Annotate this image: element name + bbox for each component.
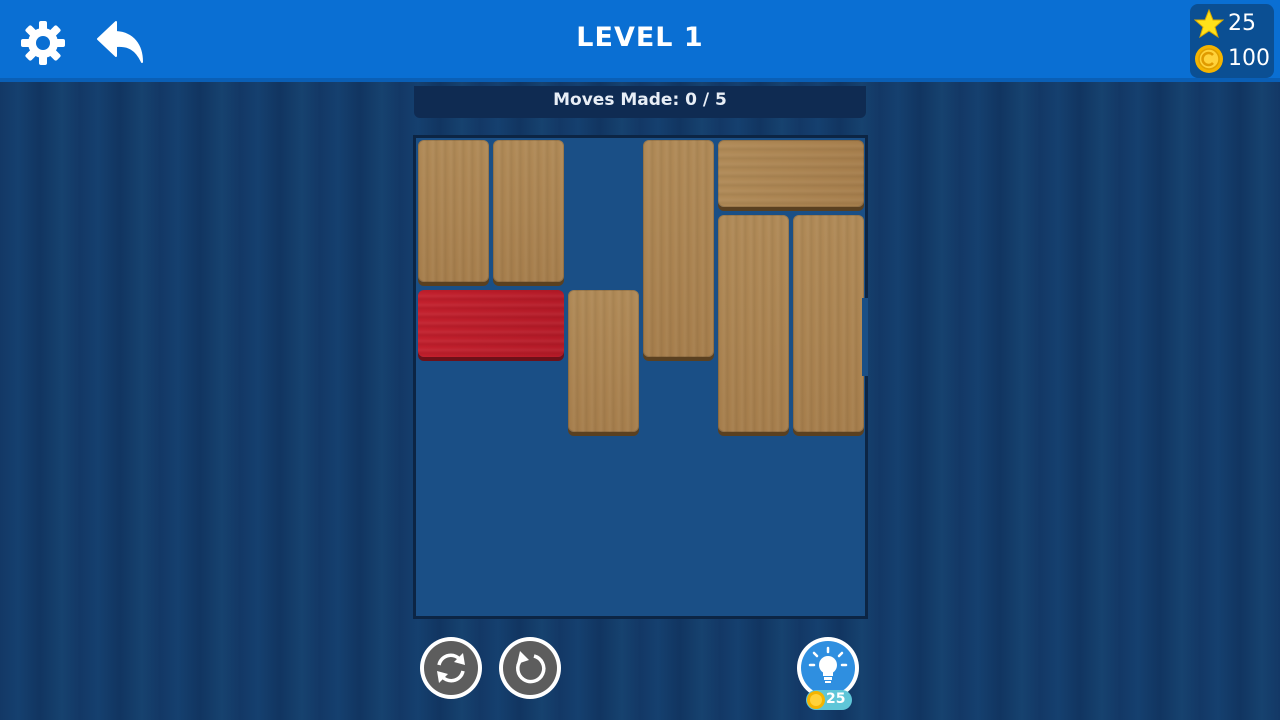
wood-block[interactable]	[643, 140, 714, 357]
wood-block[interactable]	[718, 140, 864, 207]
wood-block[interactable]	[493, 140, 564, 282]
stars-counter: 25	[1194, 9, 1274, 39]
target-block[interactable]	[418, 290, 564, 357]
board-exit	[862, 298, 868, 376]
lightbulb-icon	[808, 646, 848, 683]
stars-value: 25	[1228, 11, 1256, 36]
puzzle-board	[413, 135, 868, 619]
undo-icon	[516, 651, 546, 684]
wood-block[interactable]	[418, 140, 489, 282]
wood-block[interactable]	[568, 290, 639, 432]
restart-icon	[437, 653, 465, 683]
level-title: LEVEL 1	[576, 22, 704, 53]
hint-cost-badge: 25	[806, 690, 852, 710]
coin-icon	[1195, 45, 1223, 73]
top-bar: LEVEL 1 25 100	[0, 0, 1280, 82]
currency-panel: 25 100	[1190, 4, 1274, 78]
wood-block[interactable]	[718, 215, 789, 432]
coins-counter: 100	[1194, 44, 1274, 74]
moves-made-label: Moves Made: 0 / 5	[553, 90, 727, 110]
star-icon	[1194, 9, 1224, 39]
moves-counter-bar: Moves Made: 0 / 5	[414, 86, 866, 118]
undo-button[interactable]	[499, 637, 561, 699]
restart-button[interactable]	[420, 637, 482, 699]
hint-cost-value: 25	[826, 691, 846, 707]
wood-block[interactable]	[793, 215, 864, 432]
coins-value: 100	[1228, 46, 1270, 71]
coin-icon	[807, 691, 825, 709]
